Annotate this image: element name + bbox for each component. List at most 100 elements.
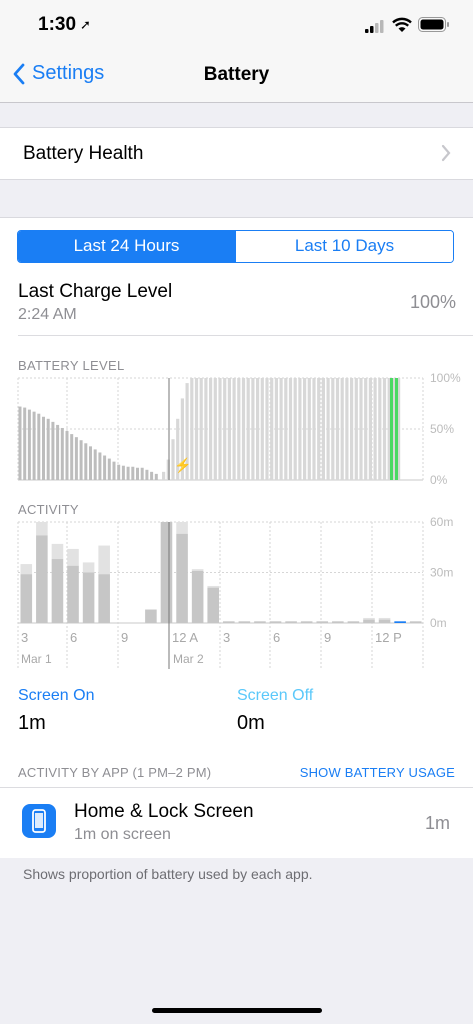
battery-bar: [42, 416, 45, 480]
battery-charging-bar: [312, 378, 316, 480]
battery-charging-bar: [284, 378, 288, 480]
x-tick-label: 9: [324, 630, 331, 645]
cellular-signal-icon: [365, 20, 384, 33]
battery-charging-bar: [354, 378, 358, 480]
battery-charging-bar: [317, 378, 321, 480]
battery-charging-bar: [162, 471, 166, 480]
activity-screen-on-bar: [51, 559, 64, 623]
battery-full-bar: [390, 378, 393, 480]
x-tick-label: 6: [273, 630, 280, 645]
battery-charging-bar: [303, 378, 307, 480]
activity-screen-on-bar: [409, 621, 422, 623]
location-arrow-icon: ➚: [80, 17, 91, 32]
last-charge-time: 2:24 AM: [18, 306, 77, 323]
activity-screen-on-bar: [269, 621, 282, 623]
last-charge-value: 100%: [409, 292, 456, 312]
status-bar: 1:30 ➚: [0, 0, 473, 50]
show-battery-usage-button[interactable]: SHOW BATTERY USAGE: [300, 765, 455, 780]
battery-bar: [140, 467, 144, 480]
battery-bar: [93, 449, 97, 480]
battery-charging-bar: [246, 378, 250, 480]
battery-charging-bar: [345, 378, 349, 480]
battery-bar: [65, 431, 69, 480]
battery-charging-bar: [359, 378, 363, 480]
battery-bar: [70, 434, 74, 480]
battery-bar: [103, 455, 107, 480]
battery-charging-bar: [331, 378, 335, 480]
activity-screen-off-bar: [67, 548, 79, 566]
battery-y-tick: 100%: [430, 371, 461, 385]
app-subtitle: 1m on screen: [74, 826, 171, 843]
activity-screen-on-bar: [20, 574, 33, 623]
x-tick-label: 12 A: [172, 630, 198, 645]
segment-last-24-hours[interactable]: Last 24 Hours: [18, 231, 235, 262]
activity-screen-on-bar: [300, 621, 313, 623]
phone-screen-icon: [22, 804, 56, 838]
activity-screen-on-bar: [254, 621, 266, 623]
activity-screen-on-bar: [36, 535, 48, 623]
x-tick-label: 12 P: [375, 630, 402, 645]
activity-screen-off-bar: [378, 617, 391, 620]
battery-bar: [131, 466, 135, 480]
activity-screen-off-bar: [82, 562, 95, 573]
battery-charging-bar: [378, 378, 382, 480]
activity-by-app-heading: ACTIVITY BY APP (1 PM–2 PM): [18, 765, 212, 780]
time-range-segmented-control: Last 24 Hours Last 10 Days: [17, 230, 454, 263]
battery-charging-bar: [227, 378, 231, 480]
battery-bar: [154, 473, 158, 480]
segment-last-10-days[interactable]: Last 10 Days: [235, 231, 453, 262]
battery-charging-bar: [194, 378, 199, 480]
activity-screen-on-bar: [160, 522, 173, 623]
activity-screen-off-bar: [176, 522, 188, 534]
battery-bar: [46, 418, 50, 480]
wifi-icon: [392, 17, 412, 32]
activity-screen-on-bar: [191, 570, 204, 623]
app-usage-value: 1m: [424, 813, 450, 833]
battery-charging-bar: [368, 378, 372, 480]
battery-charging-bar: [232, 378, 236, 480]
activity-screen-off-bar: [51, 543, 64, 560]
chevron-left-icon: [13, 63, 25, 84]
battery-bar: [27, 409, 31, 480]
battery-charging-bar: [307, 378, 311, 480]
last-charge-label: Last Charge Level: [18, 281, 173, 302]
battery-charging-bar: [251, 378, 255, 480]
battery-charging-bar: [298, 378, 302, 480]
battery-bar: [32, 411, 36, 480]
battery-bar: [89, 446, 92, 480]
battery-bar: [18, 406, 22, 480]
activity-screen-on-bar: [316, 621, 329, 623]
battery-charging-bar: [288, 378, 293, 480]
activity-screen-on-bar: [332, 621, 344, 623]
battery-charging-bar: [293, 378, 297, 480]
x-date-label: Mar 2: [173, 652, 204, 666]
screen-off-value: 0m: [237, 712, 265, 734]
activity-screen-on-bar: [98, 574, 110, 623]
battery-bar: [60, 427, 64, 480]
x-tick-label: 3: [21, 630, 28, 645]
activity-screen-on-bar: [238, 621, 251, 623]
battery-health-label: Battery Health: [23, 143, 144, 164]
battery-charts: ⚡ 100% 50% 0% 60m 30m 0m 3 6 9 12 A 3 6 9 12 P Mar 1 Mar…: [17, 371, 461, 669]
activity-screen-on-bar: [67, 565, 79, 623]
battery-charging-bar: [218, 378, 222, 480]
battery-health-row[interactable]: Battery Health: [0, 127, 473, 180]
battery-charging-bar: [199, 378, 203, 480]
battery-charging-bar: [237, 378, 241, 480]
x-date-label: Mar 1: [21, 652, 52, 666]
x-tick-label: 3: [223, 630, 230, 645]
activity-y-tick: 30m: [430, 566, 453, 580]
charging-bolt-icon: ⚡: [174, 457, 191, 474]
battery-charging-bar: [340, 378, 344, 480]
battery-bar: [112, 461, 116, 480]
back-button[interactable]: Settings: [12, 62, 104, 85]
battery-charging-bar: [204, 378, 208, 480]
activity-screen-on-bar: [347, 621, 360, 623]
activity-screen-off-bar: [363, 617, 375, 620]
activity-screen-off-bar: [191, 569, 204, 571]
activity-screen-on-bar: [145, 609, 157, 623]
battery-bar: [136, 467, 139, 480]
battery-y-tick: 0%: [430, 473, 448, 487]
activity-screen-on-bar: [363, 619, 375, 623]
battery-charging-bar: [270, 378, 274, 480]
